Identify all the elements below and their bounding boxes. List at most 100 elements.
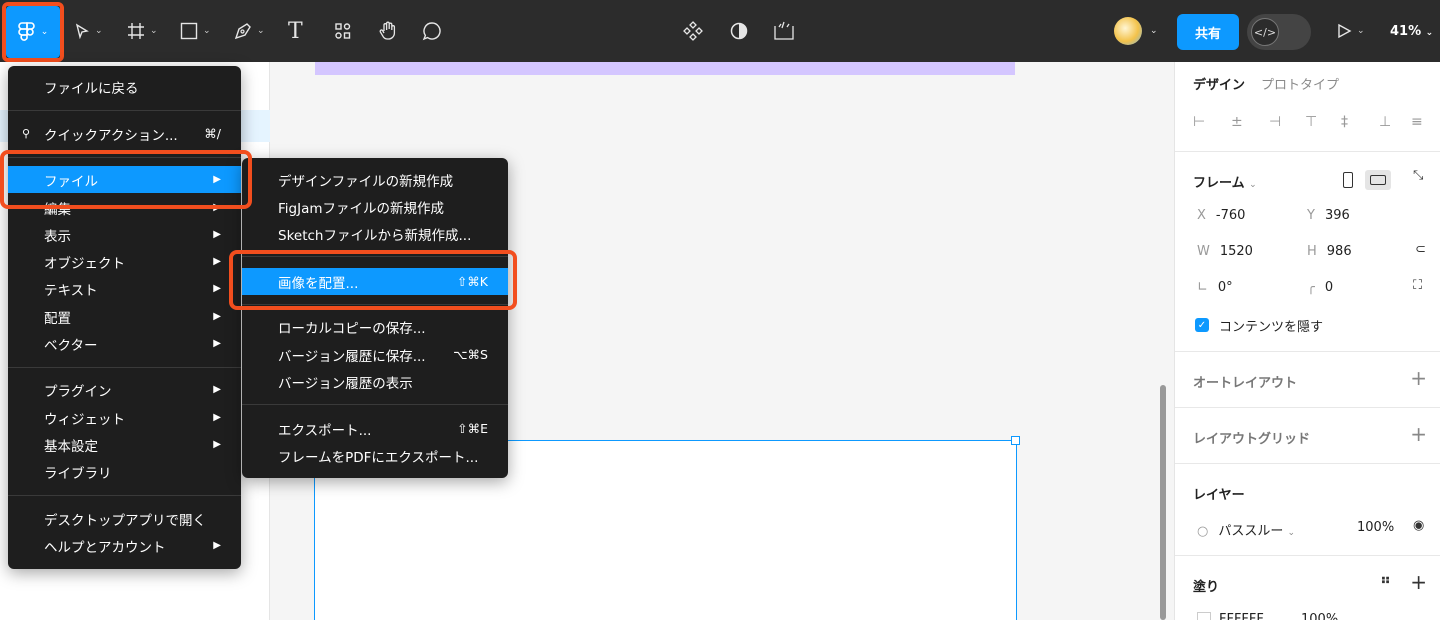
distribute-icon[interactable]: ≡ — [1411, 114, 1423, 130]
menu-item-widgets[interactable]: ウィジェット ▶ — [8, 404, 241, 431]
tab-prototype[interactable]: プロトタイプ — [1261, 74, 1339, 93]
frame-type-dropdown[interactable]: フレーム ⌄ — [1193, 172, 1257, 191]
width-field[interactable]: W 1520 — [1197, 244, 1253, 259]
dev-mode-toggle[interactable]: </> — [1247, 14, 1311, 50]
checkbox-checked-icon[interactable]: ✓ — [1195, 318, 1209, 332]
align-top-icon[interactable]: ⊤ — [1305, 114, 1317, 130]
rotation-icon: ∟ — [1197, 280, 1208, 295]
styles-grid-icon[interactable]: ⠶ — [1380, 572, 1391, 588]
menu-item-open-desktop-app[interactable]: デスクトップアプリで開く — [8, 505, 241, 532]
x-field[interactable]: X -760 — [1197, 208, 1245, 223]
blend-mode-dropdown[interactable]: ○ パススルー ⌄ — [1197, 520, 1295, 539]
zoom-level[interactable]: 41% ⌄ — [1390, 24, 1433, 39]
height-field[interactable]: H 986 — [1307, 244, 1352, 259]
text-tool-button[interactable]: T — [288, 16, 303, 46]
chevron-down-icon: ⌄ — [1357, 26, 1365, 36]
move-tool-button[interactable]: ⌄ — [74, 16, 103, 46]
menu-divider — [8, 110, 241, 111]
align-left-icon[interactable]: ⊢ — [1193, 114, 1205, 130]
submenu-item-export[interactable]: エクスポート... ⇧⌘E — [242, 415, 508, 442]
submenu-arrow-icon: ▶ — [213, 412, 221, 423]
h-label: H — [1307, 244, 1317, 259]
code-frame-icon — [774, 21, 794, 40]
tab-design[interactable]: デザイン — [1193, 74, 1245, 93]
appearance-button[interactable] — [729, 16, 749, 46]
menu-divider — [8, 495, 241, 496]
search-icon: ⚲ — [22, 127, 31, 140]
menu-item-label: プラグイン — [44, 383, 112, 400]
independent-corners-icon[interactable]: ⛶ — [1413, 278, 1422, 293]
portrait-icon[interactable] — [1343, 172, 1353, 188]
menu-item-plugins[interactable]: プラグイン ▶ — [8, 376, 241, 403]
menu-item-object[interactable]: オブジェクト ▶ — [8, 248, 241, 275]
menu-item-text[interactable]: テキスト ▶ — [8, 275, 241, 302]
align-horizontal-center-icon[interactable]: ± — [1231, 114, 1243, 130]
submenu-item-show-version-history[interactable]: バージョン履歴の表示 — [242, 368, 508, 395]
menu-item-view[interactable]: 表示 ▶ — [8, 221, 241, 248]
align-vertical-center-icon[interactable]: ‡ — [1341, 114, 1348, 130]
pen-tool-button[interactable]: ⌄ — [234, 16, 265, 46]
x-value: -760 — [1215, 208, 1246, 223]
place-image-highlight — [229, 250, 517, 310]
fill-section: 塗り ⠶ + FFFFFF 100% — [1175, 555, 1440, 620]
submenu-item-export-frames-pdf[interactable]: フレームをPDFにエクスポート... — [242, 442, 508, 469]
menu-item-quick-actions[interactable]: ⚲ クイックアクション... ⌘/ — [8, 120, 241, 147]
main-menu-highlight — [2, 2, 64, 62]
align-bottom-icon[interactable]: ⊥ — [1379, 114, 1391, 130]
components-button[interactable] — [683, 16, 703, 46]
resources-tool-button[interactable] — [334, 16, 352, 46]
menu-item-label: オブジェクト — [44, 255, 125, 272]
plus-icon[interactable]: + — [1410, 366, 1427, 390]
rotation-field[interactable]: ∟ 0° — [1197, 280, 1233, 295]
submenu-item-new-from-sketch[interactable]: Sketchファイルから新規作成... — [242, 220, 508, 247]
y-field[interactable]: Y 396 — [1307, 208, 1350, 223]
frame-tool-button[interactable]: ⌄ — [127, 16, 158, 46]
plus-icon[interactable]: + — [1410, 570, 1427, 594]
resize-to-fit-icon[interactable]: ⤡ — [1413, 168, 1423, 183]
menu-item-label: ベクター — [44, 337, 98, 354]
fill-opacity-field[interactable]: 100% — [1301, 612, 1338, 620]
landscape-button[interactable] — [1365, 170, 1391, 190]
menu-item-arrange[interactable]: 配置 ▶ — [8, 303, 241, 330]
menu-item-back-to-files[interactable]: ファイルに戻る — [8, 73, 241, 100]
y-value: 396 — [1324, 208, 1350, 223]
plus-icon[interactable]: + — [1410, 422, 1427, 446]
chevron-down-icon: ⌄ — [150, 26, 158, 36]
radius-value: 0 — [1324, 280, 1334, 295]
canvas-frame-purple[interactable] — [315, 62, 1015, 75]
present-button[interactable]: ⌄ — [1336, 16, 1365, 46]
properties-panel: デザイン プロトタイプ ⊢ ± ⊣ ⊤ ‡ ⊥ ≡ フレーム ⌄ ⤡ X -760… — [1174, 62, 1440, 620]
hand-tool-button[interactable] — [378, 16, 398, 46]
submenu-item-new-design-file[interactable]: デザインファイルの新規作成 — [242, 166, 508, 193]
layout-grid-title: レイアウトグリッド — [1193, 432, 1311, 447]
menu-item-help-account[interactable]: ヘルプとアカウント ▶ — [8, 532, 241, 559]
chevron-down-icon: ⌄ — [1287, 528, 1296, 538]
corner-radius-field[interactable]: ╭ 0 — [1307, 280, 1333, 295]
menu-item-libraries[interactable]: ライブラリ — [8, 458, 241, 485]
constrain-proportions-icon[interactable]: ⊂ — [1415, 242, 1426, 257]
menu-item-shortcut: ⌥⌘S — [453, 347, 488, 362]
dev-handoff-button[interactable] — [773, 16, 795, 46]
menu-item-label: Sketchファイルから新規作成... — [278, 227, 472, 244]
chevron-down-icon[interactable]: ⌄ — [1150, 16, 1158, 46]
submenu-item-save-local-copy[interactable]: ローカルコピーの保存... — [242, 313, 508, 340]
align-right-icon[interactable]: ⊣ — [1269, 114, 1281, 130]
eye-icon[interactable]: ◉ — [1413, 518, 1424, 533]
fill-hex-field[interactable]: FFFFFF — [1219, 612, 1264, 620]
comment-tool-button[interactable] — [422, 16, 442, 46]
menu-item-vector[interactable]: ベクター ▶ — [8, 330, 241, 357]
submenu-item-save-to-version-history[interactable]: バージョン履歴に保存... ⌥⌘S — [242, 341, 508, 368]
canvas-scrollbar[interactable] — [1160, 385, 1166, 620]
submenu-item-new-figjam-file[interactable]: FigJamファイルの新規作成 — [242, 193, 508, 220]
zoom-value: 41% — [1390, 24, 1422, 39]
contrast-icon — [730, 22, 748, 40]
resize-handle[interactable] — [1011, 436, 1020, 445]
fill-color-swatch[interactable] — [1197, 612, 1211, 620]
menu-item-preferences[interactable]: 基本設定 ▶ — [8, 431, 241, 458]
comment-icon — [422, 22, 441, 41]
shape-tool-button[interactable]: ⌄ — [180, 16, 211, 46]
layer-opacity-field[interactable]: 100% — [1357, 520, 1394, 535]
frame-title: フレーム — [1193, 176, 1245, 191]
share-button[interactable]: 共有 — [1177, 14, 1239, 50]
avatar[interactable] — [1114, 17, 1142, 45]
